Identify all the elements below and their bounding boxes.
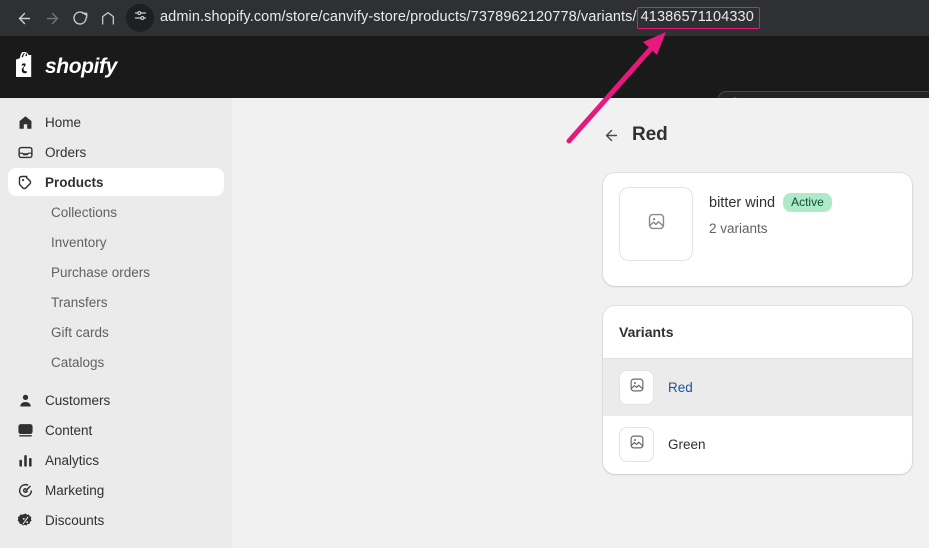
sidebar-item-transfers[interactable]: Transfers <box>8 288 224 316</box>
shopify-bag-icon <box>13 51 38 82</box>
sidebar-item-label: Marketing <box>45 482 105 498</box>
back-button[interactable] <box>603 127 620 144</box>
sidebar-section-sales-channels[interactable]: Sales channels <box>8 544 224 548</box>
shopify-logo[interactable]: shopify <box>13 51 117 82</box>
url-prefix: admin.shopify.com/store/canvify-store/pr… <box>160 9 637 26</box>
sidebar-item-products[interactable]: Products <box>8 168 224 196</box>
shopify-wordmark: shopify <box>45 55 117 78</box>
orders-inbox-icon <box>16 143 34 161</box>
sidebar-item-analytics[interactable]: Analytics <box>8 446 224 474</box>
customer-person-icon <box>16 391 34 409</box>
back-arrow-icon <box>16 10 33 27</box>
variant-thumbnail <box>619 369 654 405</box>
url-highlighted-variant-id: 41386571104330 <box>636 7 760 29</box>
sidebar-item-label: Analytics <box>45 452 100 468</box>
sidebar-item-content[interactable]: Content <box>8 416 224 444</box>
product-summary-card[interactable]: bitter wind Active 2 variants <box>603 173 912 286</box>
marketing-target-icon <box>16 481 34 499</box>
discounts-tag-icon <box>16 511 34 529</box>
sidebar-item-label: Home <box>45 114 82 130</box>
sidebar-item-marketing[interactable]: Marketing <box>8 476 224 504</box>
screen: admin.shopify.com/store/canvify-store/pr… <box>0 0 929 548</box>
image-placeholder-icon <box>629 434 645 455</box>
sidebar-item-catalogs[interactable]: Catalogs <box>8 348 224 376</box>
main-content: Red bitter wind Active 2 variants Varian… <box>232 98 929 548</box>
sidebar-subitem-label: Gift cards <box>51 324 109 340</box>
product-title: bitter wind <box>709 194 776 211</box>
product-info: bitter wind Active 2 variants <box>709 187 832 236</box>
variant-thumbnail <box>619 426 654 462</box>
variant-name-link[interactable]: Red <box>668 380 693 395</box>
product-variant-count: 2 variants <box>709 221 768 237</box>
products-tag-icon <box>16 173 34 191</box>
content-image-icon <box>16 421 34 439</box>
sidebar-item-home[interactable]: Home <box>8 108 224 136</box>
sidebar-item-gift-cards[interactable]: Gift cards <box>8 318 224 346</box>
forward-button[interactable] <box>38 4 66 32</box>
reload-button[interactable] <box>66 4 94 32</box>
sidebar-subitem-label: Inventory <box>51 234 107 250</box>
analytics-bars-icon <box>16 451 34 469</box>
variants-card-heading: Variants <box>619 324 674 340</box>
sidebar-item-discounts[interactable]: Discounts <box>8 506 224 534</box>
back-button[interactable] <box>10 4 38 32</box>
sidebar: Home Orders Products Collections Invento… <box>0 98 232 548</box>
variant-name: Green <box>668 436 706 452</box>
status-badge: Active <box>783 193 832 213</box>
page-title: Red <box>632 124 668 145</box>
variants-card: Variants Red Green <box>603 306 912 474</box>
sidebar-item-label: Orders <box>45 144 87 160</box>
forward-arrow-icon <box>44 10 61 27</box>
site-settings-button[interactable] <box>126 4 154 32</box>
variant-row-red[interactable]: Red <box>603 358 912 415</box>
sidebar-item-label: Discounts <box>45 512 105 528</box>
product-row: bitter wind Active 2 variants <box>619 187 896 261</box>
home-icon <box>100 10 116 26</box>
sidebar-item-purchase-orders[interactable]: Purchase orders <box>8 258 224 286</box>
image-placeholder-icon <box>647 212 666 236</box>
sidebar-subitem-label: Purchase orders <box>51 264 151 280</box>
sidebar-item-label: Products <box>45 174 104 190</box>
sidebar-item-label: Customers <box>45 392 111 408</box>
shopify-top-bar: shopify Search <box>0 36 929 119</box>
sidebar-item-collections[interactable]: Collections <box>8 198 224 226</box>
product-thumbnail <box>619 187 693 261</box>
sidebar-item-inventory[interactable]: Inventory <box>8 228 224 256</box>
sidebar-item-label: Content <box>45 422 93 438</box>
sidebar-item-customers[interactable]: Customers <box>8 386 224 414</box>
reload-icon <box>72 10 88 26</box>
image-placeholder-icon <box>629 377 645 398</box>
product-title-row: bitter wind Active <box>709 193 832 213</box>
sidebar-subitem-label: Catalogs <box>51 354 105 370</box>
variant-row-green[interactable]: Green <box>603 415 912 472</box>
address-bar[interactable]: admin.shopify.com/store/canvify-store/pr… <box>160 4 919 32</box>
page-header: Red <box>603 124 929 146</box>
sidebar-subitem-label: Transfers <box>51 294 108 310</box>
home-button[interactable] <box>94 4 122 32</box>
sidebar-subitem-label: Collections <box>51 204 118 220</box>
site-settings-icon <box>133 8 148 28</box>
sidebar-nav: Home Orders Products Collections Invento… <box>0 98 232 548</box>
browser-toolbar: admin.shopify.com/store/canvify-store/pr… <box>0 0 929 36</box>
url-text: admin.shopify.com/store/canvify-store/pr… <box>160 7 760 29</box>
sidebar-item-orders[interactable]: Orders <box>8 138 224 166</box>
home-icon <box>16 113 34 131</box>
